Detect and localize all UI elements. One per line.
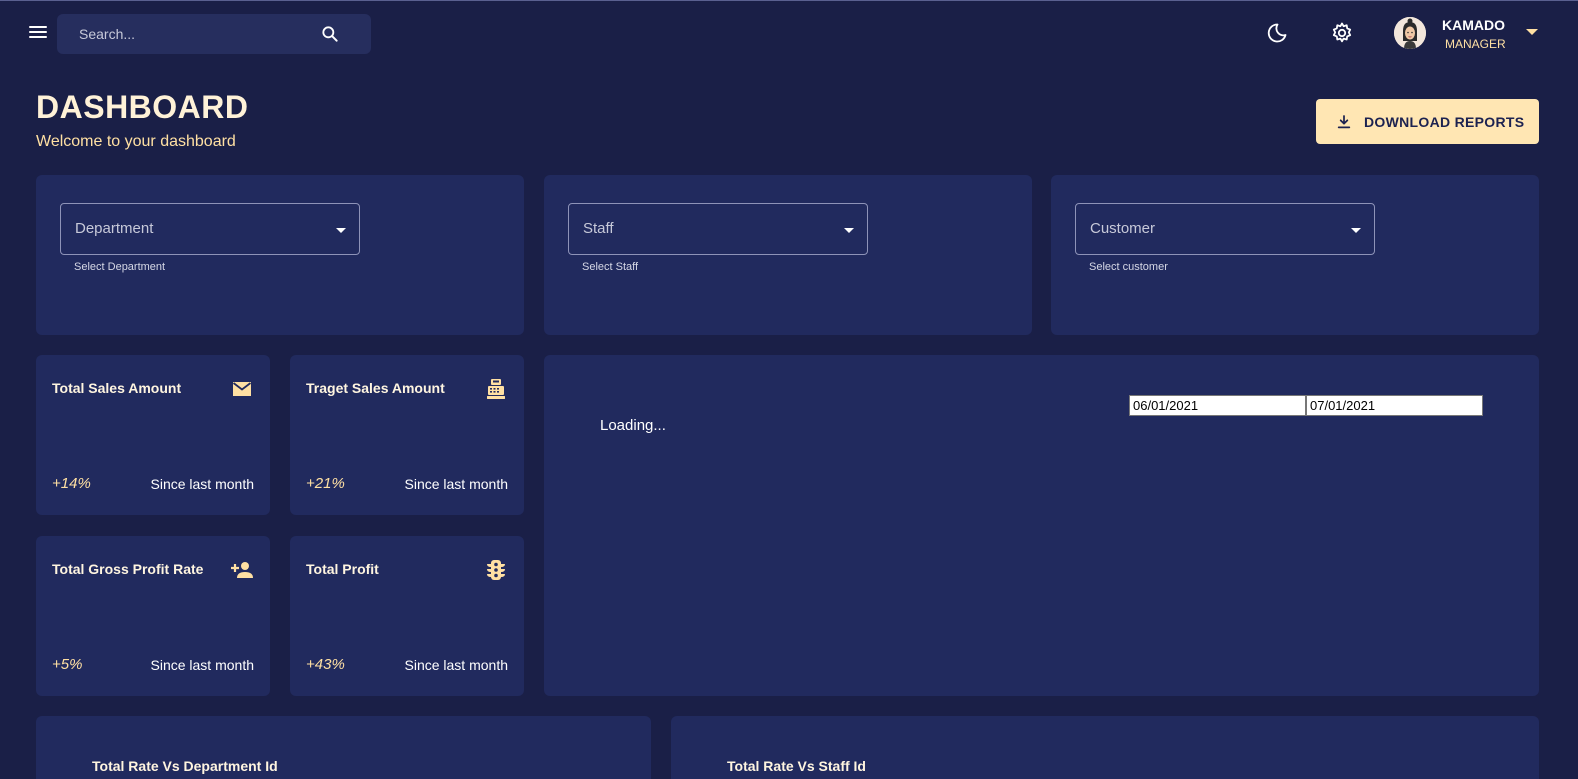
search-icon[interactable] — [320, 24, 340, 44]
mail-icon — [232, 382, 252, 396]
customer-filter-card: Customer Select customer — [1051, 175, 1539, 335]
person-add-icon — [231, 562, 253, 578]
stat-since: Since last month — [404, 657, 509, 673]
user-menu-caret-icon[interactable] — [1526, 29, 1538, 35]
traffic-icon — [487, 560, 505, 580]
user-role: MANAGER — [1445, 37, 1506, 51]
top-bar: KAMADO MANAGER — [0, 1, 1578, 65]
stat-percent: +14% — [52, 475, 91, 492]
stat-since: Since last month — [404, 476, 509, 492]
settings-icon[interactable] — [1330, 21, 1354, 45]
staff-rate-panel: Total Rate Vs Staff Id — [671, 716, 1539, 779]
staff-select-label: Staff — [583, 220, 614, 237]
download-reports-label: DOWNLOAD REPORTS — [1364, 113, 1525, 130]
start-date-input[interactable] — [1129, 395, 1306, 416]
stat-title: Total Sales Amount — [52, 380, 182, 396]
stat-since: Since last month — [150, 657, 255, 673]
stat-title: Traget Sales Amount — [306, 380, 445, 396]
stat-card-total-profit: Total Profit +43% Since last month — [290, 536, 524, 696]
department-select-label: Department — [75, 220, 154, 237]
avatar[interactable] — [1394, 17, 1426, 49]
stat-since: Since last month — [150, 476, 255, 492]
panel-title: Total Rate Vs Department Id — [92, 758, 278, 774]
user-name: KAMADO — [1442, 17, 1505, 33]
panel-title: Total Rate Vs Staff Id — [727, 758, 866, 774]
dark-mode-icon[interactable] — [1265, 21, 1289, 45]
stat-percent: +5% — [52, 656, 83, 673]
menu-icon[interactable] — [28, 23, 48, 43]
stat-title: Total Profit — [306, 561, 379, 577]
page-title: DASHBOARD — [36, 89, 249, 125]
chart-panel: Loading... — [544, 355, 1539, 696]
stat-percent: +21% — [306, 475, 345, 492]
stat-card-gross-profit-rate: Total Gross Profit Rate +5% Since last m… — [36, 536, 270, 696]
staff-filter-card: Staff Select Staff — [544, 175, 1032, 335]
chevron-down-icon — [844, 228, 854, 233]
loading-text: Loading... — [600, 417, 666, 434]
customer-select[interactable]: Customer — [1075, 203, 1375, 255]
customer-select-label: Customer — [1090, 220, 1156, 237]
chevron-down-icon — [1351, 228, 1361, 233]
point-of-sale-icon — [487, 379, 505, 399]
stat-card-total-sales: Total Sales Amount +14% Since last month — [36, 355, 270, 515]
download-icon — [1337, 114, 1351, 128]
department-filter-card: Department Select Department — [36, 175, 524, 335]
chevron-down-icon — [336, 228, 346, 233]
department-select[interactable]: Department — [60, 203, 360, 255]
staff-select[interactable]: Staff — [568, 203, 868, 255]
page-subtitle: Welcome to your dashboard — [36, 133, 236, 150]
stat-title: Total Gross Profit Rate — [52, 561, 204, 577]
search-input[interactable] — [79, 14, 319, 54]
department-rate-panel: Total Rate Vs Department Id — [36, 716, 651, 779]
stat-card-target-sales: Traget Sales Amount +21% Since last mont… — [290, 355, 524, 515]
stat-percent: +43% — [306, 656, 345, 673]
staff-helper-text: Select Staff — [582, 261, 639, 273]
customer-helper-text: Select customer — [1089, 261, 1168, 273]
department-helper-text: Select Department — [74, 261, 166, 273]
download-reports-button[interactable]: DOWNLOAD REPORTS — [1316, 99, 1539, 144]
end-date-input[interactable] — [1306, 395, 1483, 416]
user-avatar-icon — [1394, 17, 1426, 49]
